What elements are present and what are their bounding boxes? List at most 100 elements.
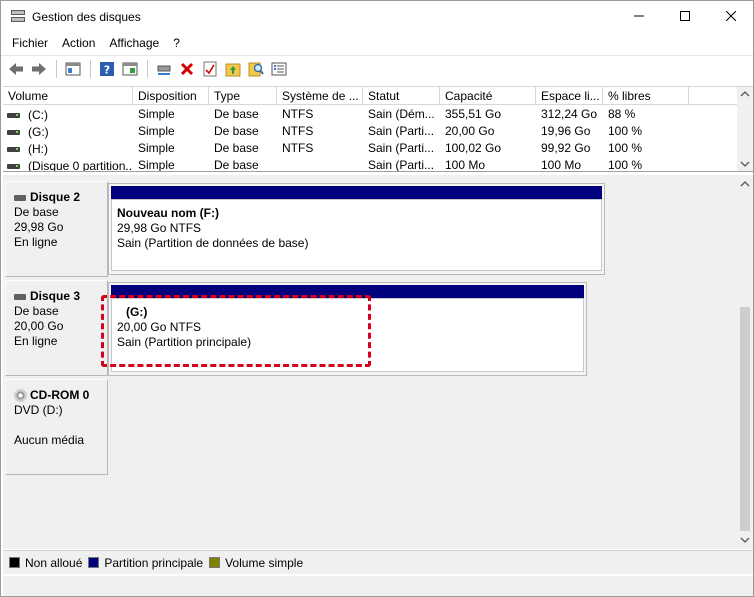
menu-action[interactable]: Action [55,33,102,53]
primary-partition-band [111,186,602,199]
percent-free-cell: 88 % [608,107,636,121]
disk-name: CD-ROM 0 [30,388,90,402]
disk-management-icon [11,10,25,22]
legend-swatch-simple [209,557,221,568]
volume-list-scrollbar[interactable] [737,87,753,171]
menu-bar: Fichier Action Affichage ? [1,32,753,54]
legend-swatch-unallocated [9,557,20,568]
highlight-dashed-frame [101,295,371,367]
connect-icon [157,65,171,75]
drive-icon [7,112,20,118]
disk-type: DVD (D:) [14,403,63,417]
table-row[interactable]: (Disque 0 partition... Simple De base Sa… [3,157,737,172]
legend-item: Partition principale [88,556,203,570]
connect-button[interactable] [153,58,175,80]
volume-cell: (G:) [3,123,133,140]
disposition-cell: Simple [138,158,175,172]
disk-status: En ligne [14,334,58,348]
table-row[interactable]: (H:) Simple De base NTFS Sain (Parti... … [3,140,737,157]
capacity-cell: 355,51 Go [445,107,502,121]
maximize-button[interactable] [662,1,708,31]
svg-text:?: ? [104,63,110,76]
delete-button[interactable] [176,58,198,80]
legend-label: Volume simple [225,555,304,570]
volume-name: (C:) [28,108,48,122]
column-header-filler [689,87,737,105]
partition-details: Nouveau nom (F:) 29,98 Go NTFS Sain (Par… [111,199,602,271]
column-header-free-space[interactable]: Espace li... [536,87,603,105]
volume-list-rows: (C:) Simple De base NTFS Sain (Dém... 35… [3,106,737,172]
disk-type: De base [14,304,59,318]
close-button[interactable] [708,1,754,31]
volume-list[interactable]: Volume Disposition Type Système de ... S… [3,86,753,172]
partition-block[interactable]: Nouveau nom (F:) 29,98 Go NTFS Sain (Par… [108,183,605,275]
disposition-cell: Simple [138,141,175,155]
type-cell: De base [214,124,259,138]
table-row[interactable]: (G:) Simple De base NTFS Sain (Parti... … [3,123,737,140]
disk-size: 20,00 Go [14,319,64,333]
table-row[interactable]: (C:) Simple De base NTFS Sain (Dém... 35… [3,106,737,123]
properties-button[interactable] [119,58,141,80]
details-icon [271,62,287,75]
status-bar [3,575,753,596]
folder-up-button[interactable] [222,58,244,80]
scroll-up-icon[interactable] [740,177,750,191]
help-button[interactable]: ? [96,58,118,80]
forward-arrow-icon [32,62,46,75]
title-bar[interactable]: Gestion des disques [1,1,753,31]
free-space-cell: 99,92 Go [541,141,591,155]
disk-graphical-pane[interactable]: Disque 2 De base 29,98 Go En ligne Nouve… [3,175,753,549]
check-button[interactable] [199,58,221,80]
toolbar-separator [90,59,91,78]
details-button[interactable] [268,58,290,80]
column-header-type[interactable]: Type [209,87,277,105]
free-space-cell: 312,24 Go [541,107,598,121]
menu-fichier[interactable]: Fichier [5,33,55,53]
legend-label: Non alloué [25,555,83,570]
column-header-percent-free[interactable]: % libres [603,87,689,105]
legend-item: Non alloué [9,556,82,570]
console-tree-icon [65,62,81,75]
column-header-filesystem[interactable]: Système de ... [277,87,363,105]
console-tree-button[interactable] [62,58,84,80]
scrollbar-thumb[interactable] [740,307,750,531]
window-title: Gestion des disques [32,10,141,24]
disk-type: De base [14,205,59,219]
column-header-volume[interactable]: Volume [3,87,133,105]
back-button[interactable] [5,58,27,80]
filesystem-cell: NTFS [282,107,314,121]
percent-free-cell: 100 % [608,141,643,155]
scroll-up-icon[interactable] [740,87,750,101]
disk-row: Disque 2 De base 29,98 Go En ligne Nouve… [5,181,736,277]
disk-status: En ligne [14,235,58,249]
menu-help[interactable]: ? [166,33,187,53]
filesystem-cell [277,157,363,171]
column-header-disposition[interactable]: Disposition [133,87,209,105]
disk-label[interactable]: Disque 3 De base 20,00 Go En ligne [5,280,108,376]
status-cell: Sain (Dém... [368,107,435,121]
free-space-cell: 100 Mo [541,158,582,172]
delete-icon [180,62,194,75]
forward-button[interactable] [28,58,50,80]
scroll-down-icon[interactable] [740,533,750,547]
minimize-icon [634,15,644,17]
menu-affichage[interactable]: Affichage [102,33,166,53]
column-header-status[interactable]: Statut [363,87,440,105]
column-header-capacity[interactable]: Capacité [440,87,536,105]
disk-management-window: Gestion des disques Fichier Action Affic… [0,0,754,597]
cd-rom-icon [14,389,27,402]
search-button[interactable] [245,58,267,80]
volume-cell: (H:) [3,140,133,157]
disk-label[interactable]: Disque 2 De base 29,98 Go En ligne [5,181,108,277]
disk-pane-scrollbar[interactable] [737,175,753,549]
disk-name: Disque 2 [30,190,81,204]
minimize-button[interactable] [616,1,662,31]
disk-label[interactable]: CD-ROM 0 DVD (D:) Aucun média [5,379,108,475]
filesystem-cell: NTFS [282,141,314,155]
drive-icon [7,146,20,152]
volume-name: (H:) [28,142,48,156]
disk-media: Aucun média [14,433,85,447]
disk-name: Disque 3 [30,289,81,303]
scroll-down-icon[interactable] [740,157,750,171]
